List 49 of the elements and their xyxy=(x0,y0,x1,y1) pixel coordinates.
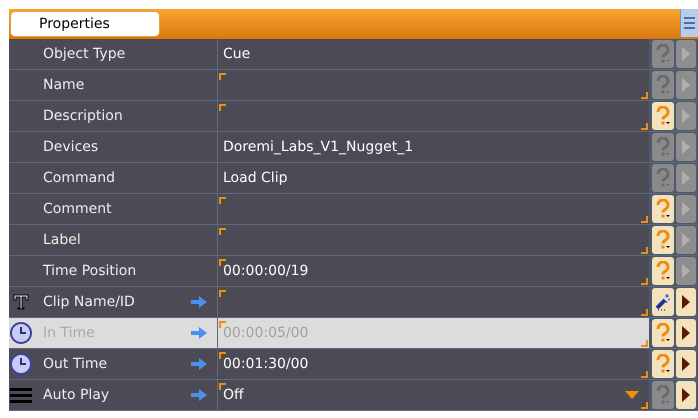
play-icon[interactable] xyxy=(681,356,691,372)
property-label: Auto Play xyxy=(42,386,110,404)
value-field[interactable]: 00:01:30/00 xyxy=(218,349,649,379)
property-label: Command xyxy=(42,168,115,188)
property-label: Out Time xyxy=(42,354,108,374)
arrow-right-icon[interactable] xyxy=(191,389,207,401)
value-field[interactable]: Off xyxy=(218,380,649,410)
play-button[interactable] xyxy=(676,319,696,347)
value-field[interactable] xyxy=(218,225,649,255)
value-field[interactable]: Load Clip xyxy=(218,163,649,193)
help-button[interactable] xyxy=(652,195,674,223)
arrow-right-icon[interactable] xyxy=(191,296,207,308)
help-button[interactable] xyxy=(652,102,674,130)
arrow-right-icon[interactable] xyxy=(191,327,207,339)
property-label: Description xyxy=(42,106,123,126)
property-label: Name xyxy=(42,76,84,94)
play-icon[interactable] xyxy=(681,294,691,310)
property-label: Devices xyxy=(42,138,98,156)
wand-button[interactable] xyxy=(652,288,674,316)
text-type-icon xyxy=(12,293,30,311)
property-label: Comment xyxy=(42,200,112,218)
help-button[interactable] xyxy=(652,40,674,68)
list-icon xyxy=(10,387,32,403)
property-label: Time Position xyxy=(42,262,136,280)
play-button[interactable] xyxy=(676,350,696,378)
panel-tab[interactable]: Properties xyxy=(10,11,160,37)
value-field[interactable]: Cue xyxy=(218,39,649,69)
arrow-right-icon[interactable] xyxy=(191,358,207,370)
clock-icon xyxy=(10,322,32,344)
play-button[interactable] xyxy=(676,288,696,316)
property-label: Object Type xyxy=(42,44,126,64)
property-label: Label xyxy=(42,230,81,250)
value-field[interactable] xyxy=(218,70,649,100)
value-field[interactable] xyxy=(218,287,649,317)
property-label: Clip Name/ID xyxy=(42,292,135,312)
value-field[interactable] xyxy=(218,194,649,224)
clock-icon xyxy=(10,353,32,375)
value-field[interactable]: Doremi_Labs_V1_Nugget_1 xyxy=(218,132,649,162)
play-icon[interactable] xyxy=(681,325,691,341)
help-button[interactable] xyxy=(652,71,674,99)
value-field[interactable]: 00:00:00/19 xyxy=(218,256,649,286)
play-button[interactable] xyxy=(676,381,696,409)
play-icon[interactable] xyxy=(681,387,691,403)
help-button[interactable] xyxy=(652,133,674,161)
value-field[interactable] xyxy=(218,101,649,131)
help-button[interactable] xyxy=(652,164,674,192)
dropdown-caret-icon[interactable] xyxy=(625,391,639,399)
view-toggle-icon[interactable] xyxy=(680,9,698,37)
help-button[interactable] xyxy=(652,226,674,254)
